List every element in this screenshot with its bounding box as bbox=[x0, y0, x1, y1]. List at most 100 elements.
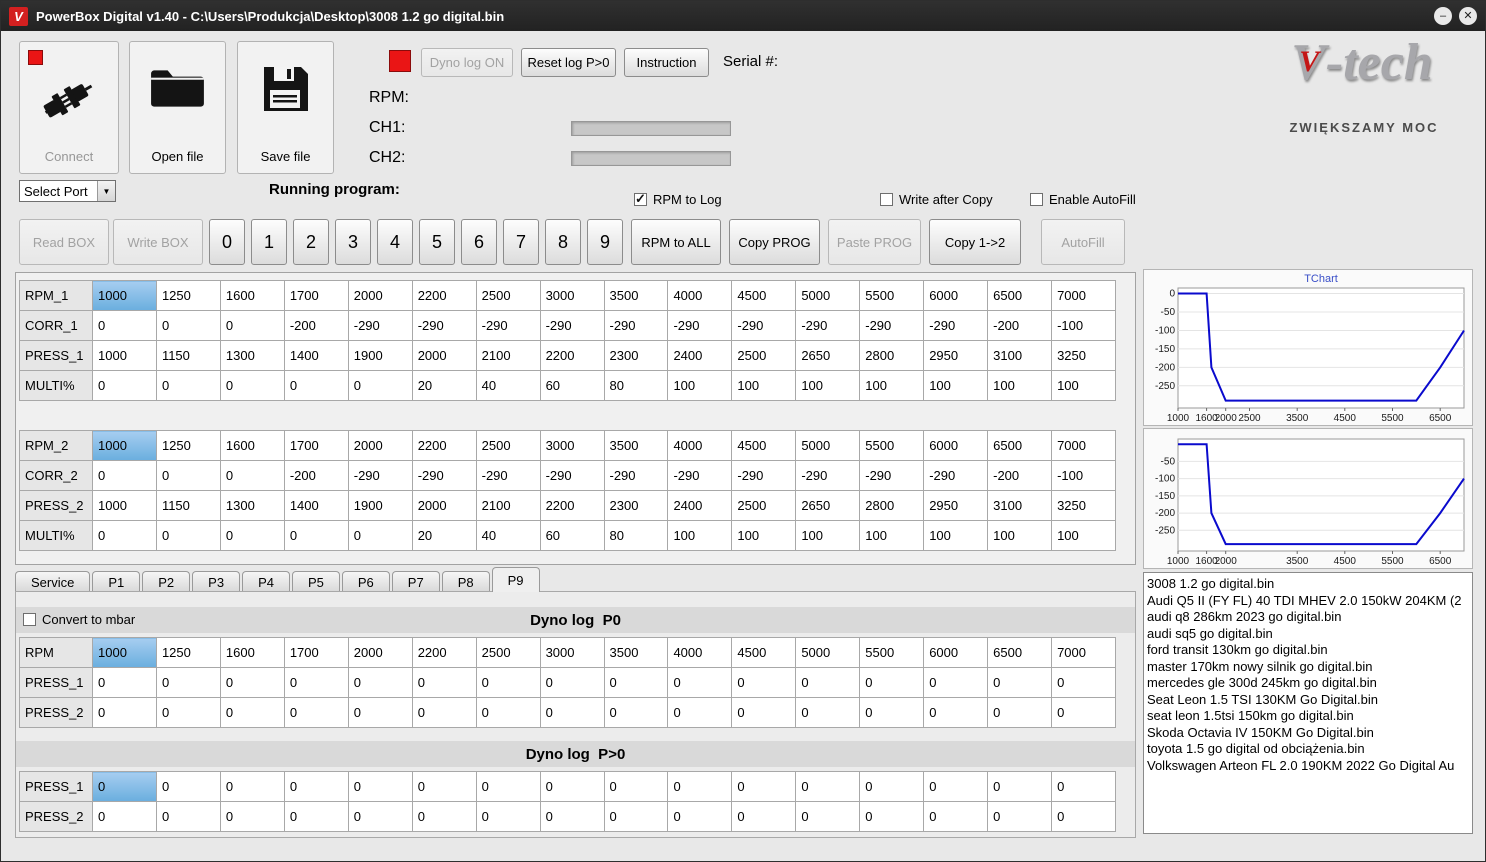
table-cell[interactable]: -290 bbox=[731, 460, 797, 491]
table-cell[interactable]: 100 bbox=[923, 370, 989, 401]
table-cell[interactable]: 2200 bbox=[539, 490, 605, 521]
convert-to-mbar-checkbox[interactable]: Convert to mbar bbox=[23, 612, 135, 627]
table-cell[interactable]: 5000 bbox=[795, 280, 861, 311]
table-cell[interactable]: 0 bbox=[539, 697, 605, 728]
digit-button-5[interactable]: 5 bbox=[419, 219, 455, 265]
table-cell[interactable]: -290 bbox=[539, 460, 605, 491]
table-cell[interactable]: 100 bbox=[859, 520, 925, 551]
table-cell[interactable]: -290 bbox=[731, 310, 797, 341]
table-cell[interactable]: 60 bbox=[539, 370, 605, 401]
table-cell[interactable]: -290 bbox=[859, 310, 925, 341]
table-cell[interactable]: 0 bbox=[92, 460, 157, 491]
copy-prog-button[interactable]: Copy PROG bbox=[729, 219, 820, 265]
table-cell[interactable]: 100 bbox=[987, 370, 1053, 401]
table-cell[interactable]: 0 bbox=[475, 697, 541, 728]
table-cell[interactable]: 0 bbox=[923, 667, 989, 698]
table-cell[interactable]: 0 bbox=[219, 520, 285, 551]
table-cell[interactable]: 0 bbox=[603, 667, 669, 698]
copy-1-to-2-button[interactable]: Copy 1->2 bbox=[929, 219, 1021, 265]
tab-p6[interactable]: P6 bbox=[341, 571, 390, 592]
table-cell[interactable]: 0 bbox=[1051, 771, 1116, 802]
table-cell[interactable]: 0 bbox=[219, 460, 285, 491]
table-cell[interactable]: 0 bbox=[283, 801, 349, 832]
table-cell[interactable]: 7000 bbox=[1051, 637, 1116, 668]
table-cell[interactable]: 5500 bbox=[859, 637, 925, 668]
table-cell[interactable]: -200 bbox=[987, 460, 1053, 491]
digit-button-3[interactable]: 3 bbox=[335, 219, 371, 265]
table-cell[interactable]: 3500 bbox=[603, 430, 669, 461]
tab-p7[interactable]: P7 bbox=[391, 571, 440, 592]
table-cell[interactable]: 0 bbox=[155, 801, 221, 832]
table-cell[interactable]: 0 bbox=[1051, 697, 1116, 728]
table-cell[interactable]: 0 bbox=[539, 801, 605, 832]
select-port-dropdown[interactable]: Select Port ▼ bbox=[19, 180, 116, 202]
table-cell[interactable]: -200 bbox=[283, 310, 349, 341]
table-cell[interactable]: 1000 bbox=[92, 280, 157, 311]
table-cell[interactable]: 4500 bbox=[731, 430, 797, 461]
table-cell[interactable]: 1700 bbox=[283, 280, 349, 311]
file-list-item[interactable]: seat leon 1.5tsi 150km go digital.bin bbox=[1144, 708, 1472, 725]
table-cell[interactable]: -200 bbox=[283, 460, 349, 491]
table-cell[interactable]: 0 bbox=[92, 771, 157, 802]
enable-autofill-checkbox[interactable]: Enable AutoFill bbox=[1030, 192, 1136, 207]
table-cell[interactable]: 0 bbox=[475, 667, 541, 698]
table-cell[interactable]: 3250 bbox=[1051, 340, 1116, 371]
tab-p5[interactable]: P5 bbox=[291, 571, 340, 592]
table-cell[interactable]: 80 bbox=[603, 370, 669, 401]
table-cell[interactable]: 6000 bbox=[923, 280, 989, 311]
checkbox-box[interactable] bbox=[880, 193, 893, 206]
table-cell[interactable]: 2000 bbox=[411, 340, 477, 371]
table-cell[interactable]: 2500 bbox=[475, 430, 541, 461]
table-cell[interactable]: 0 bbox=[411, 697, 477, 728]
table-cell[interactable]: 0 bbox=[987, 771, 1053, 802]
table-cell[interactable]: 0 bbox=[923, 697, 989, 728]
table-cell[interactable]: 4000 bbox=[667, 280, 733, 311]
table-cell[interactable]: 0 bbox=[475, 771, 541, 802]
table-cell[interactable]: 100 bbox=[987, 520, 1053, 551]
reset-log-button[interactable]: Reset log P>0 bbox=[521, 48, 616, 77]
table-cell[interactable]: 6000 bbox=[923, 637, 989, 668]
table-cell[interactable]: 0 bbox=[347, 697, 413, 728]
table-cell[interactable]: 3100 bbox=[987, 340, 1053, 371]
table-cell[interactable]: 0 bbox=[219, 667, 285, 698]
table-cell[interactable]: 0 bbox=[219, 310, 285, 341]
table-cell[interactable]: -290 bbox=[923, 310, 989, 341]
table-cell[interactable]: 0 bbox=[795, 697, 861, 728]
table-cell[interactable]: -290 bbox=[859, 460, 925, 491]
table-cell[interactable]: 1000 bbox=[92, 430, 157, 461]
table-cell[interactable]: 4500 bbox=[731, 280, 797, 311]
table-cell[interactable]: 0 bbox=[92, 697, 157, 728]
table-cell[interactable]: 0 bbox=[731, 801, 797, 832]
table-cell[interactable]: -290 bbox=[667, 310, 733, 341]
table-cell[interactable]: 3250 bbox=[1051, 490, 1116, 521]
table-cell[interactable]: 0 bbox=[667, 801, 733, 832]
table-cell[interactable]: 0 bbox=[795, 801, 861, 832]
table-cell[interactable]: 1600 bbox=[219, 430, 285, 461]
table-cell[interactable]: 5500 bbox=[859, 280, 925, 311]
table-cell[interactable]: 7000 bbox=[1051, 280, 1116, 311]
table-cell[interactable]: 1700 bbox=[283, 637, 349, 668]
table-cell[interactable]: 0 bbox=[155, 460, 221, 491]
table-cell[interactable]: 0 bbox=[603, 801, 669, 832]
table-cell[interactable]: -290 bbox=[475, 460, 541, 491]
table-cell[interactable]: 0 bbox=[347, 667, 413, 698]
digit-button-8[interactable]: 8 bbox=[545, 219, 581, 265]
table-cell[interactable]: 0 bbox=[92, 370, 157, 401]
table-cell[interactable]: 1300 bbox=[219, 340, 285, 371]
table-cell[interactable]: 1000 bbox=[92, 340, 157, 371]
table-cell[interactable]: 5000 bbox=[795, 430, 861, 461]
table-cell[interactable]: 0 bbox=[859, 771, 925, 802]
table-cell[interactable]: 100 bbox=[667, 520, 733, 551]
table-cell[interactable]: 100 bbox=[1051, 370, 1116, 401]
table-cell[interactable]: 0 bbox=[155, 667, 221, 698]
read-box-button[interactable]: Read BOX bbox=[19, 219, 109, 265]
table-cell[interactable]: 0 bbox=[539, 667, 605, 698]
table-cell[interactable]: -100 bbox=[1051, 310, 1116, 341]
table-cell[interactable]: 0 bbox=[667, 697, 733, 728]
tab-p3[interactable]: P3 bbox=[192, 571, 241, 592]
table-cell[interactable]: 20 bbox=[411, 370, 477, 401]
table-cell[interactable]: 0 bbox=[795, 667, 861, 698]
tab-p9[interactable]: P9 bbox=[491, 567, 540, 592]
table-cell[interactable]: 2000 bbox=[347, 280, 413, 311]
table-cell[interactable]: 0 bbox=[411, 801, 477, 832]
